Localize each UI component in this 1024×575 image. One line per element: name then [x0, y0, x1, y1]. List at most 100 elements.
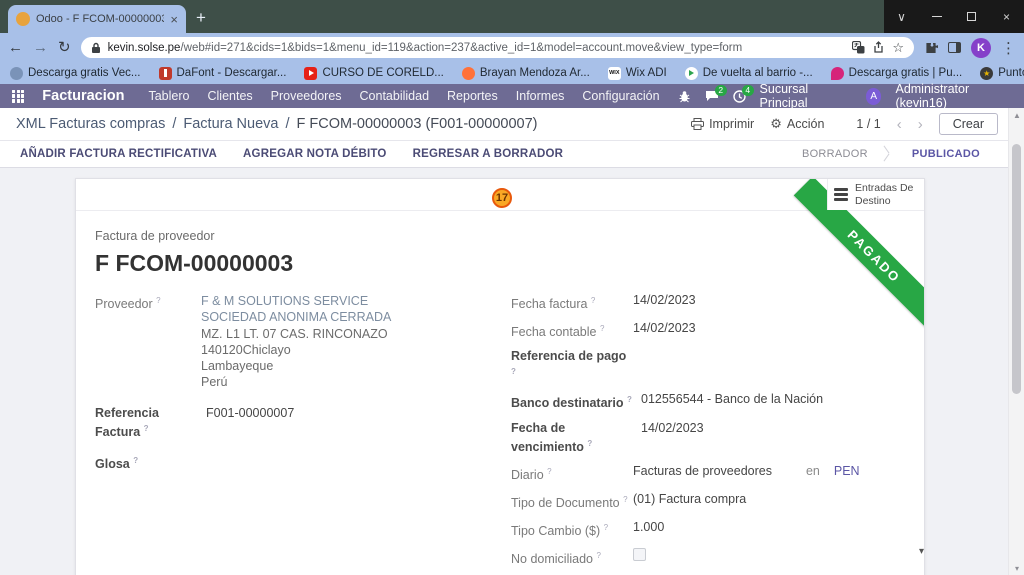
pos-star-icon: ★ [980, 67, 993, 80]
bookmark-item[interactable]: Descarga gratis | Pu... [831, 67, 963, 80]
bookmark-item[interactable]: De vuelta al barrio -... [685, 67, 813, 80]
partner-address-line: MZ. L1 LT. 07 CAS. RINCONAZO [201, 326, 391, 342]
forward-icon[interactable]: → [33, 40, 48, 55]
menu-reportes[interactable]: Reportes [447, 89, 498, 103]
bookmark-label: Descarga gratis | Pu... [849, 67, 963, 79]
scroll-down-icon[interactable]: ▾ [1009, 561, 1024, 575]
annotation-marker-17: 17 [492, 188, 512, 208]
firefox-icon [462, 67, 475, 80]
activities-button[interactable]: 4 [733, 90, 746, 103]
messages-button[interactable]: 2 [705, 90, 719, 102]
breadcrumb-link[interactable]: Factura Nueva [183, 116, 278, 132]
state-draft[interactable]: BORRADOR [784, 141, 886, 167]
browser-tabstrip: Odoo - F FCOM-00000003 (F001 × + ∨ × [0, 0, 1024, 33]
reload-icon[interactable]: ↻ [58, 40, 71, 55]
help-icon: ? [627, 395, 632, 404]
back-icon[interactable]: ← [8, 40, 23, 55]
optional-columns-toggle[interactable]: ▾ [919, 546, 924, 557]
menu-proveedores[interactable]: Proveedores [271, 89, 342, 103]
field-value-proveedor: F & M SOLUTIONS SERVICE SOCIEDAD ANONIMA… [201, 293, 391, 391]
window-close-icon[interactable]: × [989, 0, 1024, 33]
bookmark-item[interactable]: Brayan Mendoza Ar... [462, 67, 590, 80]
partner-name-link[interactable]: F & M SOLUTIONS SERVICE [201, 293, 391, 309]
no-domiciliado-checkbox[interactable] [633, 548, 646, 561]
browser-menu-icon[interactable]: ⋮ [1001, 39, 1016, 57]
field-value-fecha-factura[interactable]: 14/02/2023 [633, 293, 696, 312]
state-posted: PUBLICADO [894, 141, 998, 167]
add-credit-note-button[interactable]: AÑADIR FACTURA RECTIFICATIVA [20, 148, 217, 160]
company-switcher[interactable]: Sucursal Principal [760, 82, 852, 110]
add-debit-note-button[interactable]: AGREGAR NOTA DÉBITO [243, 148, 387, 160]
side-panel-icon[interactable] [948, 42, 961, 53]
tab-close-icon[interactable]: × [170, 12, 178, 27]
wix-icon: WIX [608, 67, 621, 80]
field-value-fecha-contable[interactable]: 14/02/2023 [633, 321, 696, 340]
scroll-up-icon[interactable]: ▲ [1009, 108, 1024, 122]
field-label-tipo-documento: Tipo de Documento ? [511, 492, 633, 511]
destination-entries-button[interactable]: Entradas De Destino [827, 179, 924, 210]
reset-to-draft-button[interactable]: REGRESAR A BORRADOR [413, 148, 564, 160]
url-bar[interactable]: kevin.solse.pe/web#id=271&cids=1&bids=1&… [81, 37, 914, 58]
window-controls: ∨ × [884, 0, 1024, 33]
pager-previous-icon[interactable]: ‹ [897, 116, 902, 133]
print-button[interactable]: Imprimir [691, 117, 754, 131]
printer-icon [691, 118, 704, 130]
window-restore-icon[interactable] [954, 0, 989, 33]
user-avatar[interactable]: A [866, 88, 882, 105]
field-label-fecha-contable: Fecha contable ? [511, 321, 633, 340]
bookmarks-bar: Descarga gratis Vec... DaFont - Descarga… [0, 62, 1024, 84]
currency-link[interactable]: PEN [834, 464, 860, 478]
messages-badge: 2 [715, 85, 727, 96]
dafont-icon [159, 67, 172, 80]
bookmark-item[interactable]: WIX Wix ADI [608, 67, 667, 80]
bookmark-star-icon[interactable]: ☆ [892, 40, 904, 56]
bookmark-item[interactable]: CURSO DE CORELD... [304, 67, 443, 80]
field-value-tipo-documento[interactable]: (01) Factura compra [633, 492, 746, 511]
new-tab-button[interactable]: + [196, 8, 206, 28]
field-label-referencia-factura: Referencia Factura ? [95, 406, 201, 440]
menu-clientes[interactable]: Clientes [207, 89, 252, 103]
pager-next-icon[interactable]: › [918, 116, 923, 133]
scrollbar-thumb[interactable] [1012, 144, 1021, 394]
help-icon: ? [133, 456, 138, 465]
window-menu-icon[interactable]: ∨ [884, 0, 919, 33]
pager-value: 1 / 1 [856, 117, 880, 131]
partner-name-link[interactable]: SOCIEDAD ANONIMA CERRADA [201, 309, 391, 325]
translate-icon[interactable] [852, 41, 865, 54]
field-value-referencia-factura[interactable]: F001-00000007 [201, 406, 294, 440]
field-value-banco-destinatario[interactable]: 012556544 - Banco de la Nación [633, 392, 823, 411]
field-label-fecha-factura: Fecha factura ? [511, 293, 633, 312]
bookmark-label: Punto de venta Ven... [998, 67, 1024, 79]
help-icon: ? [156, 296, 160, 305]
field-value-fecha-vencimiento[interactable]: 14/02/2023 [633, 421, 704, 455]
state-widget: BORRADOR PUBLICADO [784, 141, 998, 167]
control-panel: XML Facturas compras / Factura Nueva / F… [0, 108, 1024, 141]
share-icon[interactable] [872, 41, 885, 54]
breadcrumb-link[interactable]: XML Facturas compras [16, 116, 165, 132]
bookmark-label: CURSO DE CORELD... [322, 67, 443, 79]
browser-tab[interactable]: Odoo - F FCOM-00000003 (F001 × [8, 5, 186, 33]
menu-contabilidad[interactable]: Contabilidad [360, 89, 430, 103]
gear-icon: ⚙ [770, 116, 782, 132]
field-value-diario[interactable]: Facturas de proveedoresenPEN [633, 464, 860, 483]
extensions-puzzle-icon[interactable] [924, 41, 938, 55]
action-menu-button[interactable]: ⚙ Acción [770, 116, 824, 132]
bookmark-item[interactable]: DaFont - Descargar... [159, 67, 287, 80]
url-text[interactable]: kevin.solse.pe/web#id=271&cids=1&bids=1&… [108, 42, 846, 54]
app-name[interactable]: Facturacion [42, 88, 124, 104]
field-label-referencia-pago: Referencia de pago ? [511, 349, 633, 383]
apps-menu-icon[interactable] [12, 90, 24, 103]
bookmark-item[interactable]: Descarga gratis Vec... [10, 67, 141, 80]
profile-avatar[interactable]: K [971, 38, 991, 58]
bookmark-item[interactable]: ★ Punto de venta Ven... [980, 67, 1024, 80]
menu-configuracion[interactable]: Configuración [582, 89, 659, 103]
bookmark-label: De vuelta al barrio -... [703, 67, 813, 79]
window-minimize-icon[interactable] [919, 0, 954, 33]
menu-tablero[interactable]: Tablero [148, 89, 189, 103]
vertical-scrollbar[interactable]: ▲ ▾ [1008, 108, 1024, 575]
create-button[interactable]: Crear [939, 113, 998, 135]
menu-informes[interactable]: Informes [516, 89, 565, 103]
user-menu[interactable]: Administrator (kevin16) [895, 82, 1014, 110]
field-value-tipo-cambio[interactable]: 1.000 [633, 520, 664, 539]
debug-icon[interactable] [678, 90, 691, 103]
